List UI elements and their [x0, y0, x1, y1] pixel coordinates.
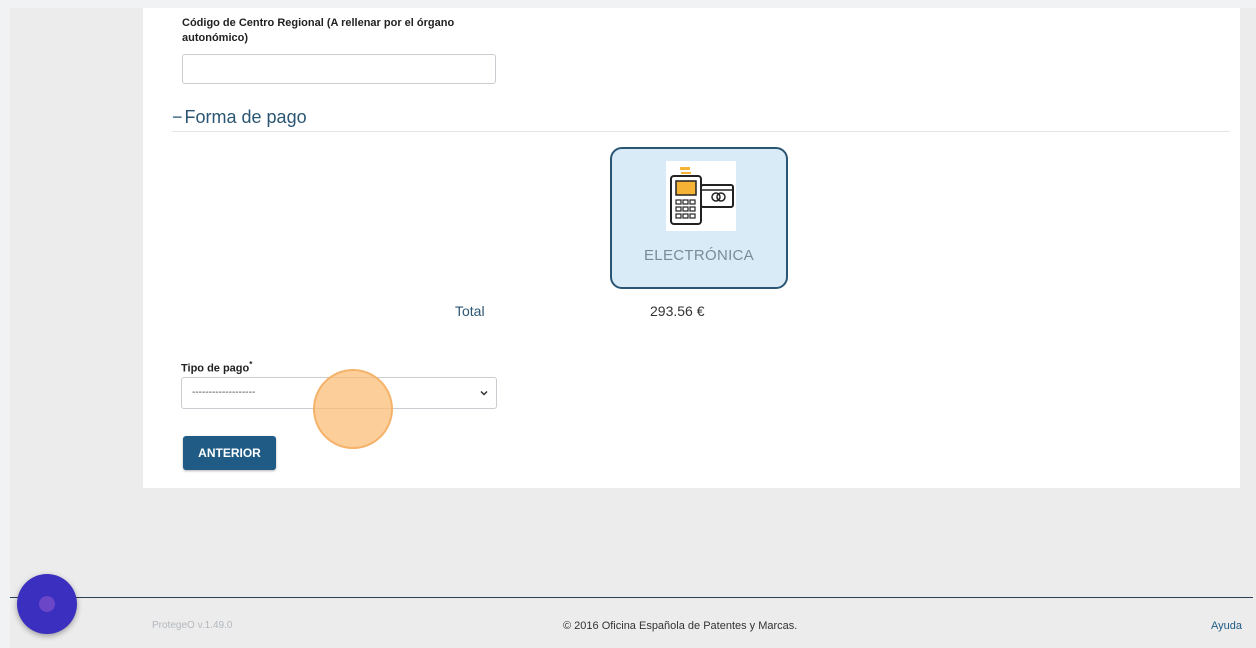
section-divider — [172, 131, 1230, 132]
anterior-button[interactable]: ANTERIOR — [183, 436, 276, 470]
centro-regional-label-line1: Código de Centro Regional (A rellenar po… — [182, 17, 455, 29]
click-indicator — [313, 369, 393, 449]
forma-de-pago-header[interactable]: − Forma de pago — [172, 106, 307, 128]
centro-regional-input[interactable] — [182, 54, 496, 84]
collapse-icon[interactable]: − — [172, 107, 183, 127]
floating-action-button[interactable] — [17, 574, 77, 634]
total-value: 293.56 € — [650, 303, 705, 319]
footer-help-link[interactable]: Ayuda — [1211, 620, 1242, 632]
required-mark: * — [249, 360, 253, 369]
footer-divider — [10, 597, 1253, 598]
card-terminal-icon — [666, 161, 736, 231]
centro-regional-label-line2: autonómico) — [182, 32, 248, 44]
payment-method-label: ELECTRÓNICA — [644, 247, 754, 264]
tipo-de-pago-selected-value: ------------------- — [192, 387, 256, 398]
footer-copyright: © 2016 Oficina Española de Patentes y Ma… — [563, 620, 798, 632]
centro-regional-label: Código de Centro Regional (A rellenar po… — [182, 16, 454, 46]
payment-method-electronica[interactable]: ELECTRÓNICA — [610, 147, 788, 289]
tipo-de-pago-label-text: Tipo de pago — [181, 362, 250, 375]
section-title: Forma de pago — [184, 107, 307, 127]
footer-version: ProtegeO v.1.49.0 — [152, 620, 233, 631]
total-label: Total — [455, 303, 485, 319]
tipo-de-pago-label: Tipo de pago* — [181, 357, 252, 377]
chevron-down-icon — [480, 390, 488, 396]
fab-dot-icon — [39, 596, 55, 612]
